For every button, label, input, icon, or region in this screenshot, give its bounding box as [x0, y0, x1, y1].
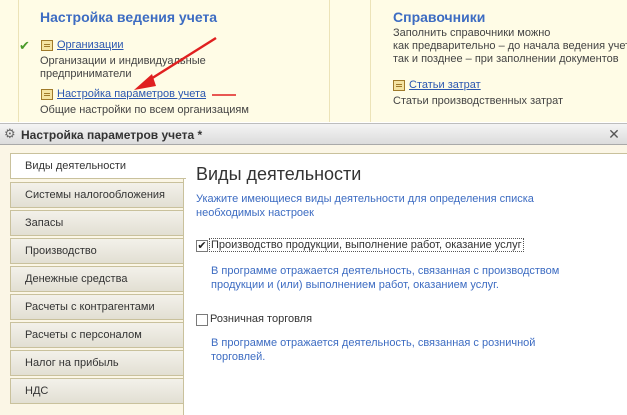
references-description-line2: как предварительно – до начала ведения у…: [393, 40, 627, 52]
references-section: Справочники Заполнить справочники можно …: [370, 0, 627, 122]
document-icon: [41, 40, 53, 51]
tab-inventory[interactable]: Запасы: [10, 210, 184, 236]
production-description-line2: продукции и (или) выполнением работ, ока…: [211, 279, 499, 291]
cost-items-description: Статьи производственных затрат: [393, 95, 564, 107]
panel-intro-line2: необходимых настроек: [196, 207, 314, 219]
accounting-parameters-description: Общие настройки по всем организациям: [40, 104, 249, 116]
document-icon: [41, 89, 53, 100]
close-icon[interactable]: ✕: [606, 126, 622, 142]
panel-intro-line1: Укажите имеющиеся виды деятельности для …: [196, 193, 534, 205]
retail-description-line2: торговлей.: [211, 351, 266, 363]
document-icon: [393, 80, 405, 91]
production-checkbox[interactable]: ✔: [196, 240, 208, 252]
tab-vat[interactable]: НДС: [10, 378, 184, 404]
window-titlebar: ⚙ Настройка параметров учета * ✕: [0, 123, 627, 145]
cost-items-link[interactable]: Статьи затрат: [409, 79, 481, 91]
activity-types-panel: Виды деятельности Укажите имеющиеся виды…: [183, 153, 627, 415]
accounting-parameters-link[interactable]: Настройка параметров учета: [57, 88, 206, 100]
gear-icon[interactable]: ⚙: [4, 127, 18, 141]
tab-personnel-settlements[interactable]: Расчеты с персоналом: [10, 322, 184, 348]
production-description-line1: В программе отражается деятельность, свя…: [211, 265, 560, 277]
production-checkbox-label[interactable]: Производство продукции, выполнение работ…: [209, 238, 524, 252]
check-icon: ✔: [19, 38, 30, 53]
tab-activity-types[interactable]: Виды деятельности: [10, 153, 186, 179]
tab-tax-systems[interactable]: Системы налогообложения: [10, 182, 184, 208]
organizations-description-line2: предприниматели: [40, 68, 132, 80]
references-description-line3: так и позднее – при заполнении документо…: [393, 53, 619, 65]
tab-cash[interactable]: Денежные средства: [10, 266, 184, 292]
accounting-setup-title: Настройка ведения учета: [40, 9, 218, 25]
references-title: Справочники: [393, 9, 486, 25]
window-title: Настройка параметров учета *: [21, 128, 203, 142]
help-pane: Настройка ведения учета ✔ Организации Ор…: [0, 0, 627, 122]
organizations-link[interactable]: Организации: [57, 39, 124, 51]
retail-description-line1: В программе отражается деятельность, свя…: [211, 337, 536, 349]
retail-checkbox[interactable]: [196, 314, 208, 326]
panel-title: Виды деятельности: [196, 164, 362, 184]
tab-production[interactable]: Производство: [10, 238, 184, 264]
tab-profit-tax[interactable]: Налог на прибыль: [10, 350, 184, 376]
references-description-line1: Заполнить справочники можно: [393, 27, 551, 39]
retail-checkbox-label[interactable]: Розничная торговля: [210, 313, 312, 325]
accounting-setup-section: Настройка ведения учета ✔ Организации Ор…: [18, 0, 330, 122]
organizations-description-line1: Организации и индивидуальные: [40, 55, 206, 67]
tab-counterparty-settlements[interactable]: Расчеты с контрагентами: [10, 294, 184, 320]
settings-form: Виды деятельности Системы налогообложени…: [0, 145, 627, 415]
